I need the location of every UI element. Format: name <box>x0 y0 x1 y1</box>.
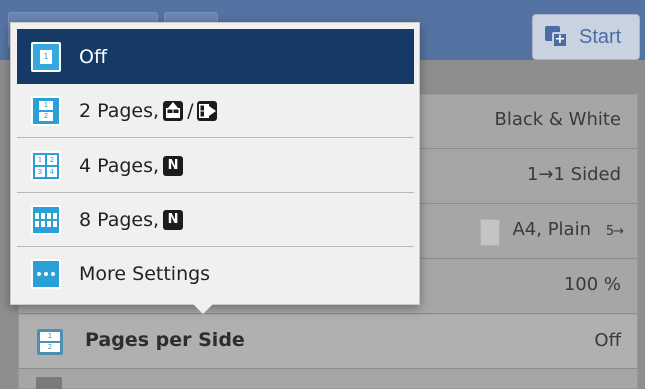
start-copies-icon: + <box>545 26 569 48</box>
n-order-icon: N <box>163 155 184 176</box>
menu-item-label: 2 Pages, <box>79 99 160 122</box>
next-row-icon <box>36 377 62 389</box>
separator: / <box>187 99 194 122</box>
single-page-icon: 1 <box>31 41 61 72</box>
pages-per-side-icon: 1 2 <box>37 329 63 355</box>
menu-item-off[interactable]: 1 Off <box>17 29 414 84</box>
paper-value: A4, Plain <box>512 219 591 240</box>
eight-pages-icon <box>31 204 61 235</box>
menu-pointer <box>192 303 214 314</box>
four-pages-icon: 1 2 3 4 <box>31 150 61 181</box>
two-pages-icon: 1 2 <box>31 95 61 126</box>
menu-item-label: More Settings <box>79 263 211 285</box>
sided-value: 1→1 Sided <box>526 164 621 185</box>
n-order-icon: N <box>163 209 184 230</box>
menu-item-more-settings[interactable]: More Settings <box>17 247 414 301</box>
pages-per-side-label: Pages per Side <box>85 329 245 351</box>
menu-item-label: 4 Pages, <box>79 154 160 177</box>
menu-item-label: 8 Pages, <box>79 208 160 231</box>
pages-per-side-menu: 1 Off 1 2 2 Pages, / 1 2 3 4 4 Pages, N … <box>10 22 420 305</box>
portrait-up-icon <box>163 100 184 121</box>
paper-swatch <box>480 219 500 246</box>
menu-item-2-pages[interactable]: 1 2 2 Pages, / <box>17 84 414 138</box>
color-mode-value: Black & White <box>494 109 621 130</box>
paper-tray-icon: 5→ <box>605 224 624 239</box>
more-dots-icon <box>31 259 61 289</box>
menu-item-8-pages[interactable]: 8 Pages, N <box>17 193 414 247</box>
zoom-value: 100 % <box>563 274 621 295</box>
pages-per-side-row[interactable]: 1 2 Pages per Side Off <box>19 315 637 369</box>
menu-item-4-pages[interactable]: 1 2 3 4 4 Pages, N <box>17 139 414 193</box>
start-label: Start <box>579 25 622 48</box>
start-button[interactable]: + Start <box>532 14 640 60</box>
pages-per-side-value: Off <box>594 330 621 351</box>
landscape-right-icon <box>197 100 218 121</box>
menu-item-label: Off <box>79 45 108 68</box>
